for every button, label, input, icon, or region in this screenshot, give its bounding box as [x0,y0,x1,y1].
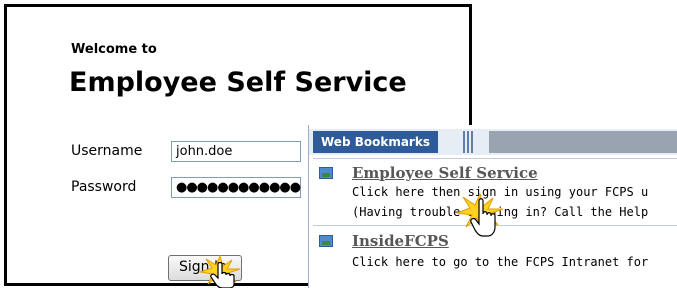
page-title: Employee Self Service [69,67,407,98]
password-field[interactable]: ●●●●●●●●●●●● [171,177,301,198]
bookmark-icon [319,167,333,179]
grip-divider [463,131,465,153]
hand-cursor-icon [470,198,496,237]
bookmark-description: Click here to go to the FCPS Intranet fo… [352,255,649,269]
divider [313,158,677,159]
password-label: Password [71,179,137,195]
grip-divider [467,131,469,153]
bookmarks-header: Web Bookmarks [309,129,677,155]
bookmark-link-employee-self-service[interactable]: Employee Self Service [352,164,538,182]
bookmarks-tab[interactable]: Web Bookmarks [313,131,438,153]
bookmark-icon [319,235,333,247]
grip-divider [471,131,473,153]
header-bar [489,131,677,153]
username-field[interactable]: john.doe [171,141,301,162]
username-label: Username [71,143,143,159]
welcome-text: Welcome to [71,42,157,57]
hand-cursor-icon [210,262,235,288]
bookmark-link-insidefcps[interactable]: InsideFCPS [352,232,449,250]
